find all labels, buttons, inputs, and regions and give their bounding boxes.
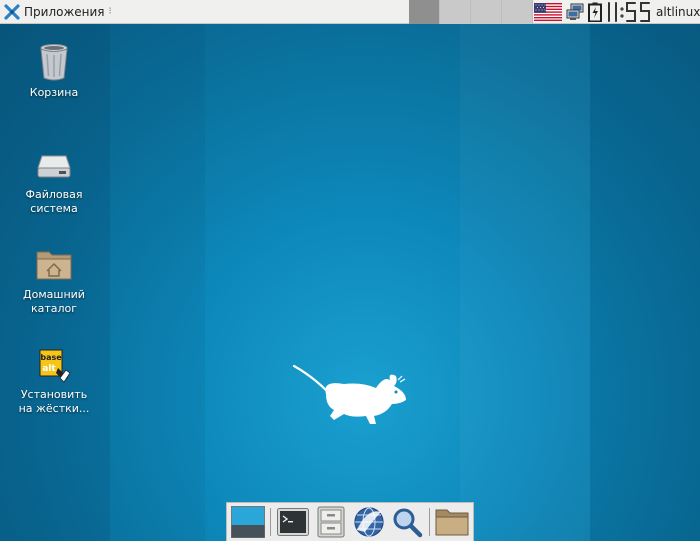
desktop[interactable]: Корзина Файловая система Домашний катало… <box>0 24 700 541</box>
desktop-icon-home[interactable]: Домашний каталог <box>12 244 96 316</box>
workspace-2[interactable] <box>440 0 471 24</box>
desktop-icon-trash[interactable]: Корзина <box>12 42 96 100</box>
username-label[interactable]: altlinux <box>656 5 700 19</box>
file-manager-button[interactable] <box>312 504 350 540</box>
wallpaper-band <box>590 24 700 541</box>
us-flag-icon[interactable] <box>534 3 562 21</box>
applications-menu-button[interactable]: Приложения ⁝ <box>0 0 116 24</box>
browser-globe-icon <box>354 507 384 537</box>
wallpaper-band <box>110 24 205 541</box>
menu-handle: ⁝ <box>108 6 112 17</box>
clock-digits <box>608 2 650 22</box>
folder-button[interactable] <box>433 504 471 540</box>
desktop-icon-label: Домашний каталог <box>23 288 85 315</box>
workspace-switcher <box>409 0 533 24</box>
desktop-icon-label: Корзина <box>29 86 79 99</box>
dock-separator <box>270 508 271 536</box>
battery-icon[interactable] <box>588 2 602 22</box>
folder-icon <box>435 509 469 536</box>
terminal-icon <box>277 508 309 536</box>
file-cabinet-icon <box>317 506 345 538</box>
network-icon[interactable] <box>565 3 585 21</box>
desktop-icon-installer[interactable]: base alt Установить на жёстки... <box>12 348 96 416</box>
terminal-button[interactable] <box>274 504 312 540</box>
applications-menu-label: Приложения <box>24 4 105 19</box>
drive-icon <box>37 155 71 178</box>
svg-text:base: base <box>40 353 62 362</box>
clock[interactable] <box>605 1 651 23</box>
dock-separator <box>429 508 430 536</box>
system-tray: altlinux <box>534 0 700 24</box>
magnifier-icon <box>393 508 423 538</box>
home-folder-icon <box>36 251 72 280</box>
show-desktop-icon <box>231 506 265 538</box>
xfce-logo-icon <box>4 3 20 20</box>
xfce-mouse-logo <box>292 364 406 424</box>
bottom-dock <box>226 502 474 541</box>
wallpaper-band <box>460 24 590 541</box>
desktop-icon-label: Файловая система <box>25 188 83 215</box>
web-browser-button[interactable] <box>350 504 388 540</box>
top-panel: Приложения ⁝ altlinux <box>0 0 700 24</box>
workspace-3[interactable] <box>471 0 502 24</box>
trash-icon <box>40 44 68 81</box>
desktop-icon-label: Установить на жёстки... <box>18 388 90 415</box>
svg-text:alt: alt <box>42 364 56 374</box>
app-finder-button[interactable] <box>388 504 426 540</box>
workspace-4[interactable] <box>502 0 533 24</box>
show-desktop-button[interactable] <box>229 504 267 540</box>
desktop-icon-filesystem[interactable]: Файловая система <box>12 144 96 216</box>
workspace-1[interactable] <box>409 0 440 24</box>
installer-icon: base alt <box>39 349 71 383</box>
